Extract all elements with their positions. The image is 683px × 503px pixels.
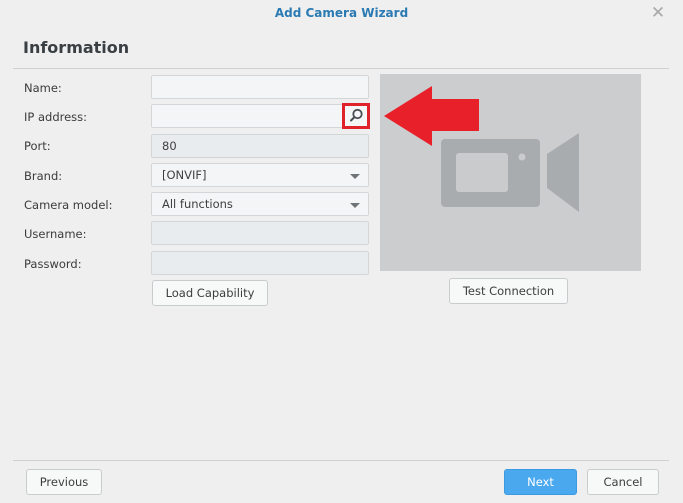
- section-title: Information: [23, 38, 130, 57]
- password-input[interactable]: [151, 251, 369, 275]
- test-connection-button[interactable]: Test Connection: [449, 278, 568, 304]
- brand-label: Brand:: [24, 169, 63, 183]
- password-label: Password:: [24, 257, 82, 271]
- camera-model-label: Camera model:: [24, 198, 113, 212]
- ip-address-label: IP address:: [24, 110, 88, 124]
- brand-select[interactable]: [ONVIF]: [151, 163, 369, 187]
- camera-model-value: All functions: [162, 197, 233, 211]
- header-divider: [13, 68, 669, 69]
- port-input[interactable]: 80: [151, 134, 369, 158]
- footer-divider: [13, 460, 669, 461]
- ip-address-input[interactable]: [151, 104, 369, 128]
- close-icon[interactable]: ✕: [650, 4, 666, 22]
- name-label: Name:: [24, 81, 62, 95]
- chevron-down-icon: [350, 203, 360, 208]
- wizard-title: Add Camera Wizard: [274, 6, 409, 20]
- brand-value: [ONVIF]: [162, 168, 207, 182]
- cancel-button[interactable]: Cancel: [587, 469, 659, 495]
- port-label: Port:: [24, 139, 51, 153]
- camera-model-select[interactable]: All functions: [151, 192, 369, 216]
- username-label: Username:: [24, 227, 87, 241]
- username-input[interactable]: [151, 221, 369, 245]
- load-capability-button[interactable]: Load Capability: [152, 280, 268, 306]
- name-input[interactable]: [151, 75, 369, 99]
- ip-search-button[interactable]: [342, 103, 370, 129]
- previous-button[interactable]: Previous: [26, 469, 102, 495]
- magnifier-icon: [350, 108, 363, 122]
- chevron-down-icon: [350, 174, 360, 179]
- red-arrow-annotation: [384, 86, 479, 146]
- next-button[interactable]: Next: [504, 469, 577, 495]
